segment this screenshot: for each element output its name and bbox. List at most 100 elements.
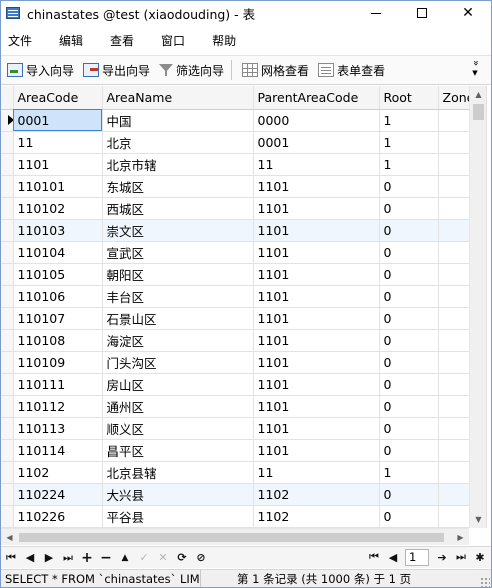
filter-wizard-button[interactable]: 筛选向导 <box>156 58 227 82</box>
row-indicator[interactable] <box>1 505 14 528</box>
next-page-button[interactable]: ➔ <box>433 548 451 566</box>
apply-changes-button[interactable]: ✓ <box>135 549 153 567</box>
cell-root[interactable]: 0 <box>379 439 439 462</box>
cell-areacode[interactable]: 110107 <box>13 307 103 330</box>
cell-areaname[interactable]: 崇文区 <box>102 219 254 242</box>
move-up-button[interactable]: ▲ <box>116 549 134 567</box>
cell-parentareacode[interactable]: 1101 <box>253 351 380 374</box>
cell-areacode[interactable]: 110102 <box>13 197 103 220</box>
row-indicator[interactable] <box>1 175 14 198</box>
row-indicator[interactable] <box>1 307 14 330</box>
next-record-button[interactable]: ▶ <box>40 549 58 567</box>
cell-root[interactable]: 1 <box>379 461 439 484</box>
cell-areaname[interactable]: 西城区 <box>102 197 254 220</box>
cell-areacode[interactable]: 110113 <box>13 417 103 440</box>
form-view-button[interactable]: 表单查看 <box>315 58 388 82</box>
column-header-parentareacode[interactable]: ParentAreaCode <box>253 86 380 110</box>
cell-areacode[interactable]: 110111 <box>13 373 103 396</box>
row-indicator[interactable] <box>1 197 14 220</box>
vertical-scrollbar[interactable]: ▲ ▼ <box>469 86 486 528</box>
row-indicator[interactable] <box>1 373 14 396</box>
cell-parentareacode[interactable]: 1101 <box>253 285 380 308</box>
add-record-button[interactable]: + <box>78 549 96 567</box>
cell-parentareacode[interactable]: 1101 <box>253 439 380 462</box>
cell-areacode[interactable]: 110103 <box>13 219 103 242</box>
cell-parentareacode[interactable]: 1102 <box>253 505 380 528</box>
row-indicator[interactable] <box>1 263 14 286</box>
cell-parentareacode[interactable]: 1102 <box>253 483 380 506</box>
row-indicator[interactable] <box>1 219 14 242</box>
prev-page-button[interactable]: ◀ <box>384 548 402 566</box>
cell-root[interactable]: 1 <box>379 153 439 176</box>
cell-root[interactable]: 0 <box>379 263 439 286</box>
cell-root[interactable]: 0 <box>379 197 439 220</box>
cell-areacode[interactable]: 1101 <box>13 153 103 176</box>
toolbar-overflow-button[interactable]: » ▼ <box>469 56 481 84</box>
menu-view[interactable]: 查看 <box>103 32 144 49</box>
cell-areacode[interactable]: 110105 <box>13 263 103 286</box>
table-row[interactable]: 110108 海淀区 1101 0 <box>1 329 487 352</box>
cell-parentareacode[interactable]: 1101 <box>253 329 380 352</box>
cell-areacode[interactable]: 110106 <box>13 285 103 308</box>
table-row[interactable]: 110224 大兴县 1102 0 <box>1 483 487 506</box>
cell-root[interactable]: 0 <box>379 285 439 308</box>
row-indicator[interactable] <box>1 417 14 440</box>
row-indicator[interactable] <box>1 109 14 132</box>
cell-parentareacode[interactable]: 1101 <box>253 197 380 220</box>
cell-areacode[interactable]: 0001 <box>13 109 103 132</box>
table-row[interactable]: 110105 朝阳区 1101 0 <box>1 263 487 286</box>
cell-areacode[interactable]: 110112 <box>13 395 103 418</box>
cell-root[interactable]: 0 <box>379 505 439 528</box>
prev-record-button[interactable]: ◀ <box>21 549 39 567</box>
row-indicator[interactable] <box>1 483 14 506</box>
cell-areaname[interactable]: 顺义区 <box>102 417 254 440</box>
menu-edit[interactable]: 编辑 <box>52 32 93 49</box>
cell-parentareacode[interactable]: 0001 <box>253 131 380 154</box>
scroll-left-button[interactable]: ◀ <box>1 529 18 546</box>
row-indicator[interactable] <box>1 241 14 264</box>
page-settings-button[interactable]: ✱ <box>471 548 489 566</box>
cell-parentareacode[interactable]: 11 <box>253 153 380 176</box>
row-indicator[interactable] <box>1 153 14 176</box>
cell-areaname[interactable]: 北京县辖 <box>102 461 254 484</box>
cell-areaname[interactable]: 东城区 <box>102 175 254 198</box>
cell-root[interactable]: 0 <box>379 329 439 352</box>
cell-areaname[interactable]: 中国 <box>102 109 254 132</box>
cell-areacode[interactable]: 110114 <box>13 439 103 462</box>
cell-areaname[interactable]: 石景山区 <box>102 307 254 330</box>
delete-record-button[interactable]: − <box>97 549 115 567</box>
table-row[interactable]: 110101 东城区 1101 0 <box>1 175 487 198</box>
cell-parentareacode[interactable]: 11 <box>253 461 380 484</box>
resize-grip-icon[interactable] <box>480 577 490 587</box>
data-grid[interactable]: AreaCode AreaName ParentAreaCode Root Zo… <box>1 86 491 528</box>
cell-root[interactable]: 0 <box>379 373 439 396</box>
column-header-areaname[interactable]: AreaName <box>102 86 254 110</box>
table-row[interactable]: 11 北京 0001 1 <box>1 131 487 154</box>
cell-areaname[interactable]: 房山区 <box>102 373 254 396</box>
cell-parentareacode[interactable]: 1101 <box>253 395 380 418</box>
row-indicator[interactable] <box>1 395 14 418</box>
horizontal-scroll-thumb[interactable] <box>19 533 444 542</box>
menu-help[interactable]: 帮助 <box>205 32 246 49</box>
row-indicator[interactable] <box>1 329 14 352</box>
table-row[interactable]: 110111 房山区 1101 0 <box>1 373 487 396</box>
cell-areacode[interactable]: 1102 <box>13 461 103 484</box>
cell-areacode[interactable]: 110109 <box>13 351 103 374</box>
table-row[interactable]: 110106 丰台区 1101 0 <box>1 285 487 308</box>
stop-button[interactable]: ⊘ <box>192 549 210 567</box>
table-row[interactable]: 110103 崇文区 1101 0 <box>1 219 487 242</box>
cell-parentareacode[interactable]: 1101 <box>253 219 380 242</box>
cell-areacode[interactable]: 110101 <box>13 175 103 198</box>
close-button[interactable]: ✕ <box>445 1 491 25</box>
table-row[interactable]: 1101 北京市辖 11 1 <box>1 153 487 176</box>
grid-view-button[interactable]: 网格查看 <box>239 58 312 82</box>
page-number-input[interactable]: 1 <box>405 548 429 566</box>
export-wizard-button[interactable]: 导出向导 <box>80 58 153 82</box>
cell-root[interactable]: 0 <box>379 175 439 198</box>
cell-areaname[interactable]: 通州区 <box>102 395 254 418</box>
cell-areacode[interactable]: 110226 <box>13 505 103 528</box>
cell-areaname[interactable]: 北京 <box>102 131 254 154</box>
maximize-button[interactable] <box>399 1 445 25</box>
horizontal-scrollbar[interactable]: ◀ ▶ <box>1 528 469 545</box>
cell-areaname[interactable]: 门头沟区 <box>102 351 254 374</box>
